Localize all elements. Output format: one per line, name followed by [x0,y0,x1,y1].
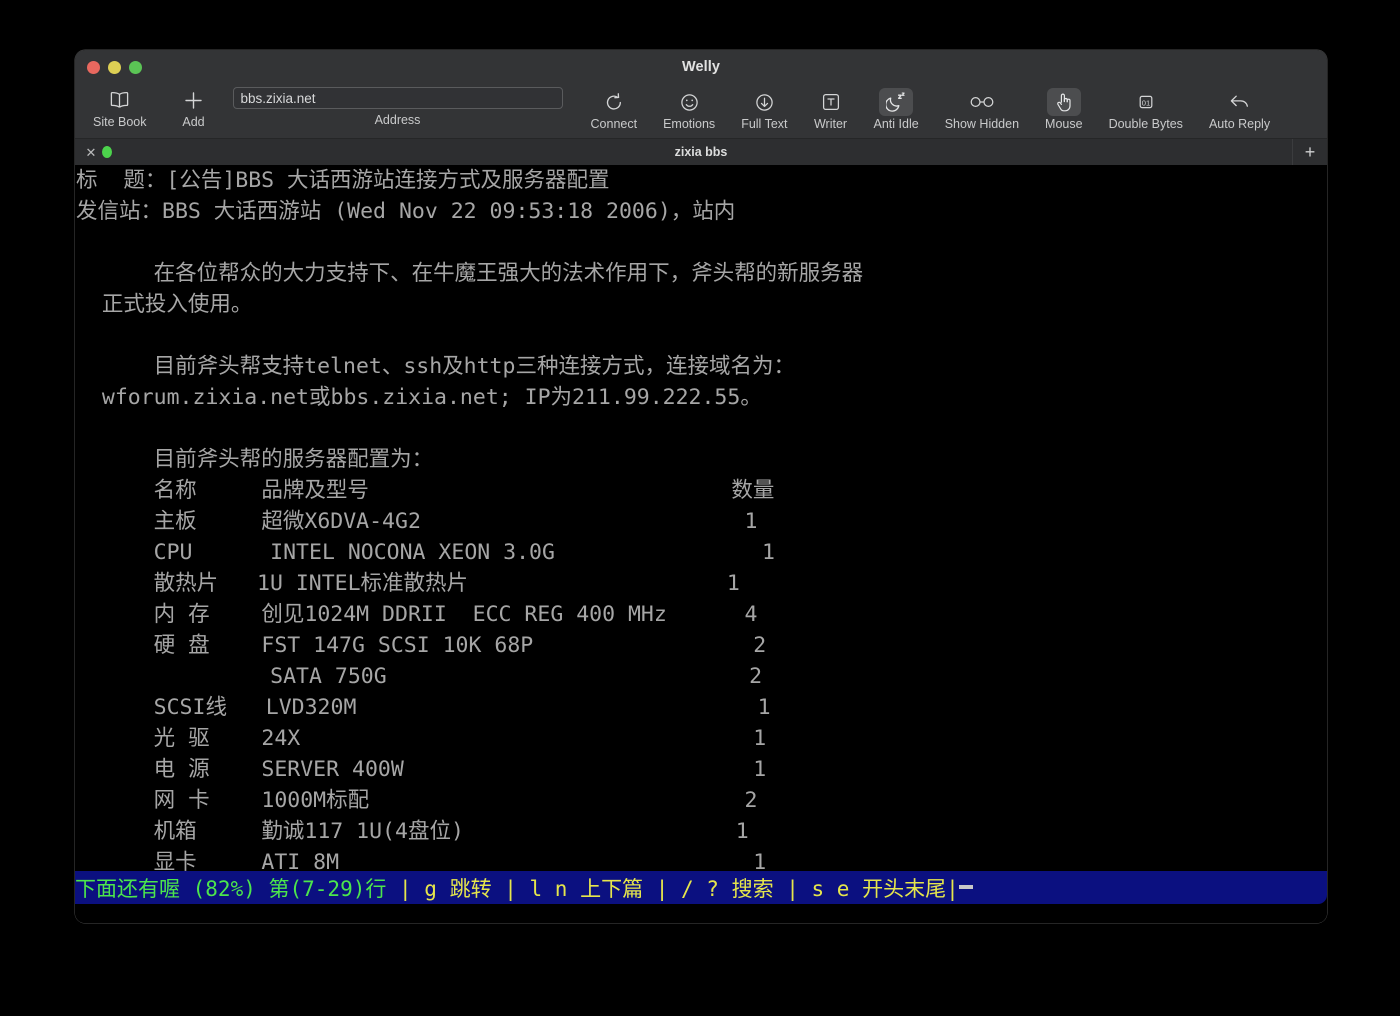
terminal-line [76,320,863,351]
plus-icon [177,86,211,114]
screen: Welly Site Book [0,0,1400,1016]
text-box-icon [814,88,848,116]
toolbar-actions: Connect Emotions [591,84,1271,131]
moon-sleep-icon [879,88,913,116]
terminal-line: 硬 盘 FST 147G SCSI 10K 68P 2 [76,630,863,661]
address-label: Address [375,113,421,127]
terminal-line: 发信站：BBS 大话西游站 (Wed Nov 22 09:53:18 2006)… [76,196,863,227]
address-group: Address [233,84,563,127]
status-progress-text: 下面还有喔 (82%) 第(7-29)行 [75,873,399,903]
new-tab-button[interactable]: + [1292,139,1327,165]
auto-reply-label: Auto Reply [1209,117,1270,131]
terminal-line: 机箱 勤诚117 1U(4盘位) 1 [76,816,863,847]
terminal-line: SATA 750G 2 [76,661,863,692]
tab-title[interactable]: zixia bbs [75,145,1327,159]
full-text-label: Full Text [741,117,787,131]
terminal-line: 正式投入使用。 [76,289,863,320]
status-bar: 下面还有喔 (82%) 第(7-29)行 | g 跳转 | l n 上下篇 | … [75,871,1327,904]
terminal-line: SCSI线 LVD320M 1 [76,692,863,723]
glasses-icon [965,88,999,116]
anti-idle-label: Anti Idle [874,117,919,131]
mouse-button[interactable]: Mouse [1045,86,1083,131]
address-input[interactable] [233,87,563,109]
double-bytes-button[interactable]: 01 Double Bytes [1109,86,1183,131]
terminal-line: 名称 品牌及型号 数量 [76,475,863,506]
site-book-button[interactable]: Site Book [93,84,147,129]
terminal-line: CPU INTEL NOCONA XEON 3.0G 1 [76,537,863,568]
download-circle-icon [747,88,781,116]
show-hidden-label: Show Hidden [945,117,1019,131]
reply-arrow-icon [1223,88,1257,116]
terminal-line [76,227,863,258]
anti-idle-button[interactable]: Anti Idle [874,86,919,131]
terminal-line: 网 卡 1000M标配 2 [76,785,863,816]
terminal-line: 目前斧头帮支持telnet、ssh及http三种连接方式，连接域名为： [76,351,863,382]
terminal-view[interactable]: 标 题：[公告]BBS 大话西游站连接方式及服务器配置发信站：BBS 大话西游站… [75,165,1327,923]
terminal-cursor [959,885,973,889]
emotions-button[interactable]: Emotions [663,86,715,131]
tab-bar: ✕ zixia bbs + [75,138,1327,165]
svg-text:01: 01 [1142,98,1150,107]
tab-close-icon[interactable]: ✕ [84,146,98,159]
smiley-icon [672,88,706,116]
add-site-button[interactable]: Add [177,84,211,129]
tab-status-dot [102,146,112,158]
mouse-label: Mouse [1045,117,1083,131]
terminal-line: 标 题：[公告]BBS 大话西游站连接方式及服务器配置 [76,165,863,196]
terminal-line [76,413,863,444]
writer-button[interactable]: Writer [814,86,848,131]
status-hotkeys-text: | g 跳转 | l n 上下篇 | / ? 搜索 | s e 开头末尾| [399,873,959,903]
add-label: Add [182,115,204,129]
full-text-button[interactable]: Full Text [741,86,787,131]
zero-one-icon: 01 [1129,88,1163,116]
terminal-line: 主板 超微X6DVA-4G2 1 [76,506,863,537]
zoom-window-button[interactable] [129,61,142,74]
connect-button[interactable]: Connect [591,86,638,131]
connect-label: Connect [591,117,638,131]
close-window-button[interactable] [87,61,100,74]
toolbar: Site Book Add Address [75,84,1327,138]
terminal-line: 目前斧头帮的服务器配置为： [76,444,863,475]
writer-label: Writer [814,117,847,131]
window-title: Welly [682,59,720,75]
window-title-bar: Welly [75,50,1327,84]
terminal-line: 在各位帮众的大力支持下、在牛魔王强大的法术作用下，斧头帮的新服务器 [76,258,863,289]
emotions-label: Emotions [663,117,715,131]
welly-window: Welly Site Book [75,50,1327,923]
auto-reply-button[interactable]: Auto Reply [1209,86,1270,131]
show-hidden-button[interactable]: Show Hidden [945,86,1019,131]
terminal-line: 光 驱 24X 1 [76,723,863,754]
traffic-light-group [87,50,142,84]
minimize-window-button[interactable] [108,61,121,74]
terminal-line: wforum.zixia.net或bbs.zixia.net; IP为211.9… [76,382,863,413]
double-bytes-label: Double Bytes [1109,117,1183,131]
terminal-line: 内 存 创见1024M DDRII ECC REG 400 MHz 4 [76,599,863,630]
refresh-icon [597,88,631,116]
terminal-line: 电 源 SERVER 400W 1 [76,754,863,785]
terminal-content: 标 题：[公告]BBS 大话西游站连接方式及服务器配置发信站：BBS 大话西游站… [75,165,863,878]
site-book-label: Site Book [93,115,147,129]
pointing-hand-icon [1047,88,1081,116]
book-icon [103,86,137,114]
terminal-line: 散热片 1U INTEL标准散热片 1 [76,568,863,599]
